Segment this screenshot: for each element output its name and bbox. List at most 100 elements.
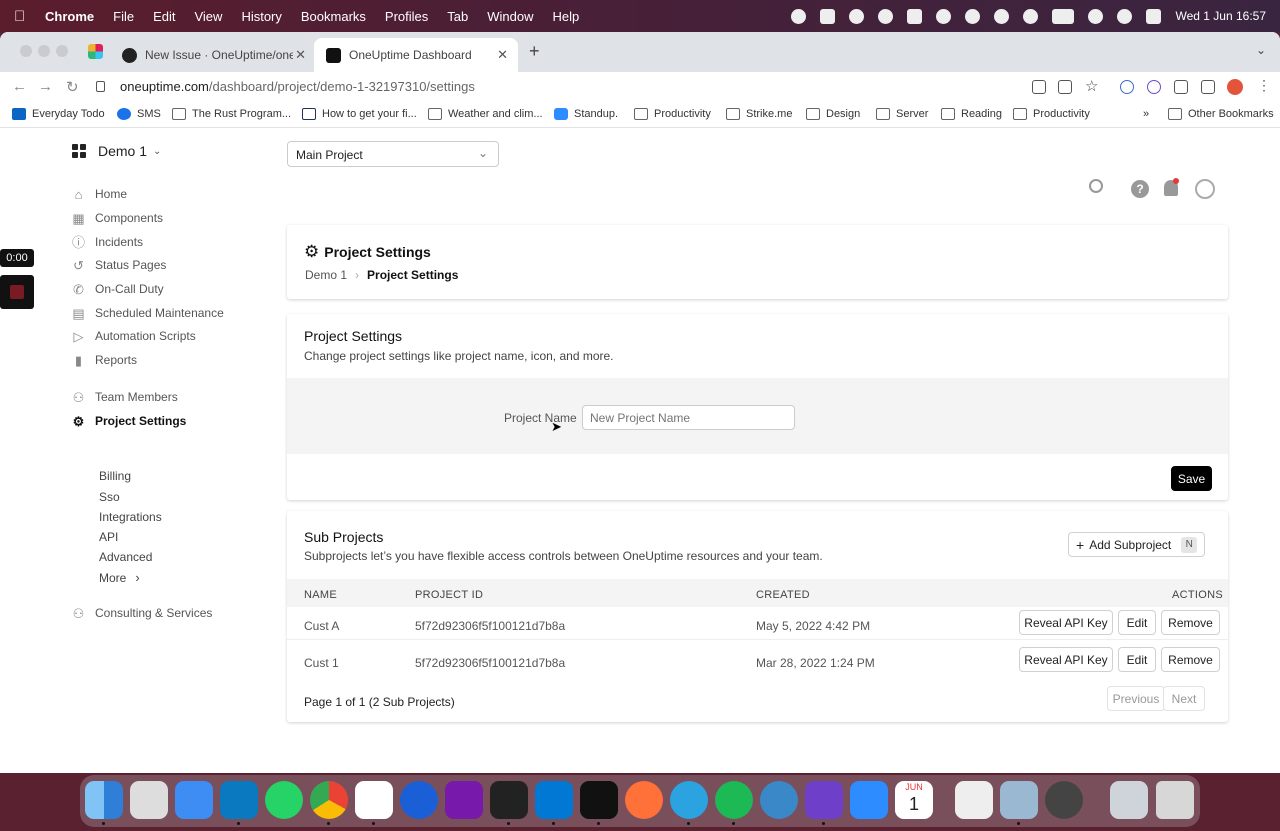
previous-page-button[interactable]: Previous	[1107, 686, 1165, 711]
menubar-clock[interactable]: Wed 1 Jun 16:57	[1175, 9, 1266, 23]
control-center-icon[interactable]	[1146, 8, 1162, 24]
sidebar-item-home[interactable]: ⌂ Home	[72, 187, 127, 201]
window-close-button[interactable]	[20, 45, 32, 57]
remove-button[interactable]: Remove	[1161, 647, 1220, 672]
telegram-icon[interactable]	[670, 781, 708, 819]
bookmark-sms[interactable]: SMS	[117, 108, 161, 120]
chrome-menu-icon[interactable]: ⋮	[1257, 77, 1271, 94]
spotify-icon[interactable]	[715, 781, 753, 819]
menu-history[interactable]: History	[241, 9, 281, 24]
apple-icon[interactable]: 	[14, 8, 34, 25]
menu-edit[interactable]: Edit	[153, 9, 175, 24]
bookmark-how-to[interactable]: How to get your fi...	[302, 108, 417, 120]
reveal-api-key-button[interactable]: Reveal API Key	[1019, 647, 1113, 672]
bookmark-folder-design[interactable]: Design	[806, 108, 860, 120]
menu-profiles[interactable]: Profiles	[385, 9, 428, 24]
bookmark-folder-strike[interactable]: Strike.me	[726, 108, 792, 120]
sidebar-item-components[interactable]: ▦ Components	[72, 211, 163, 225]
tableplus-icon[interactable]	[760, 781, 798, 819]
bookmark-folder-reading[interactable]: Reading	[941, 108, 1002, 120]
play-circle-icon[interactable]	[1023, 8, 1039, 24]
menu-tab[interactable]: Tab	[447, 9, 468, 24]
launchpad-icon[interactable]	[130, 781, 168, 819]
sidebar-item-project-settings[interactable]: ⚙ Project Settings	[72, 414, 187, 428]
new-tab-icon[interactable]: +	[529, 41, 540, 62]
address-bar[interactable]: oneuptime.com/dashboard/project/demo-1-3…	[120, 79, 475, 94]
brightness-icon[interactable]	[791, 8, 807, 24]
bluetooth-icon[interactable]	[965, 8, 981, 24]
rider-icon[interactable]	[490, 781, 528, 819]
sidebar-subitem-api[interactable]: API	[99, 530, 118, 544]
lock-icon[interactable]	[96, 81, 105, 92]
zoom-icon[interactable]	[850, 781, 888, 819]
sidebar-subitem-sso[interactable]: Sso	[99, 490, 120, 504]
onenote-icon[interactable]	[445, 781, 483, 819]
close-tab-icon[interactable]: ✕	[497, 47, 508, 63]
wifi-icon[interactable]	[1088, 8, 1104, 24]
firefox-icon[interactable]	[625, 781, 663, 819]
menu-window[interactable]: Window	[487, 9, 533, 24]
battery-icon[interactable]	[1052, 8, 1075, 24]
bookmark-everyday-todo[interactable]: Everyday Todo	[12, 108, 105, 120]
project-switcher[interactable]: Demo 1 ⌄	[72, 143, 161, 159]
sidebar-item-scheduled-maintenance[interactable]: ▤ Scheduled Maintenance	[72, 306, 223, 320]
camera-icon[interactable]	[820, 8, 836, 24]
menu-file[interactable]: File	[113, 9, 134, 24]
close-tab-icon[interactable]: ✕	[295, 47, 306, 63]
finder-icon[interactable]	[85, 781, 123, 819]
share-icon[interactable]	[1058, 80, 1072, 94]
reveal-api-key-button[interactable]: Reveal API Key	[1019, 610, 1113, 635]
docker-icon[interactable]	[907, 8, 923, 24]
forward-icon[interactable]: →	[38, 78, 53, 95]
sidebar-item-team-members[interactable]: ⚇ Team Members	[72, 390, 178, 404]
menu-view[interactable]: View	[194, 9, 222, 24]
preview-icon[interactable]	[1000, 781, 1038, 819]
1password-icon[interactable]	[400, 781, 438, 819]
save-button[interactable]: Save	[1171, 466, 1212, 491]
spotlight-icon[interactable]	[1117, 8, 1133, 24]
bookmark-standup[interactable]: Standup.	[554, 108, 618, 120]
avatar[interactable]	[1195, 179, 1215, 199]
bookmark-star-icon[interactable]: ☆	[1085, 77, 1098, 95]
sidebar-item-reports[interactable]: ▮ Reports	[72, 353, 137, 367]
vpn-icon[interactable]	[849, 8, 865, 24]
install-app-icon[interactable]	[1032, 80, 1046, 94]
menu-help[interactable]: Help	[553, 9, 580, 24]
menu-bookmarks[interactable]: Bookmarks	[301, 9, 366, 24]
menu-chrome[interactable]: Chrome	[45, 9, 94, 24]
extensions-puzzle-icon[interactable]	[1174, 80, 1188, 94]
bookmark-rust[interactable]: The Rust Program...	[172, 108, 291, 120]
bookmark-folder-productivity-2[interactable]: Productivity	[1013, 108, 1090, 120]
project-select[interactable]: Main Project ⌄	[287, 141, 499, 167]
add-subproject-button[interactable]: + Add Subproject N	[1068, 532, 1205, 557]
extension-icon[interactable]	[1147, 80, 1161, 94]
slack-pinned-tab-icon[interactable]	[88, 44, 103, 59]
sidebar-item-automation-scripts[interactable]: ▷ Automation Scripts	[72, 329, 196, 343]
back-icon[interactable]: ←	[12, 78, 27, 95]
navigation-icon[interactable]	[878, 8, 894, 24]
search-icon[interactable]	[1089, 179, 1103, 193]
window-minimize-button[interactable]	[38, 45, 50, 57]
project-name-input[interactable]	[582, 405, 795, 430]
vscode-icon[interactable]	[535, 781, 573, 819]
window-zoom-button[interactable]	[56, 45, 68, 57]
mail-icon[interactable]	[175, 781, 213, 819]
sidebar-item-incidents[interactable]: ⓘ Incidents	[72, 235, 143, 249]
next-page-button[interactable]: Next	[1163, 686, 1205, 711]
trello-icon[interactable]	[220, 781, 258, 819]
sidebar-item-consulting[interactable]: ⚇ Consulting & Services	[72, 606, 213, 620]
calendar-icon[interactable]: JUN 1	[895, 781, 933, 819]
tab-oneuptime-dashboard[interactable]: OneUptime Dashboard ✕	[314, 38, 518, 72]
side-panel-icon[interactable]	[1201, 80, 1215, 94]
slack-icon[interactable]	[355, 781, 393, 819]
sidebar-subitem-integrations[interactable]: Integrations	[99, 510, 162, 524]
tab-search-chevron-icon[interactable]: ⌄	[1256, 43, 1266, 57]
sidebar-item-on-call[interactable]: ✆ On-Call Duty	[72, 282, 164, 296]
bookmark-folder-productivity[interactable]: Productivity	[634, 108, 711, 120]
github-desktop-icon[interactable]	[805, 781, 843, 819]
extension-icon[interactable]	[1120, 80, 1134, 94]
trash-icon[interactable]	[1156, 781, 1194, 819]
textedit-icon[interactable]	[955, 781, 993, 819]
stop-recording-button[interactable]	[0, 275, 34, 309]
edit-button[interactable]: Edit	[1118, 647, 1156, 672]
